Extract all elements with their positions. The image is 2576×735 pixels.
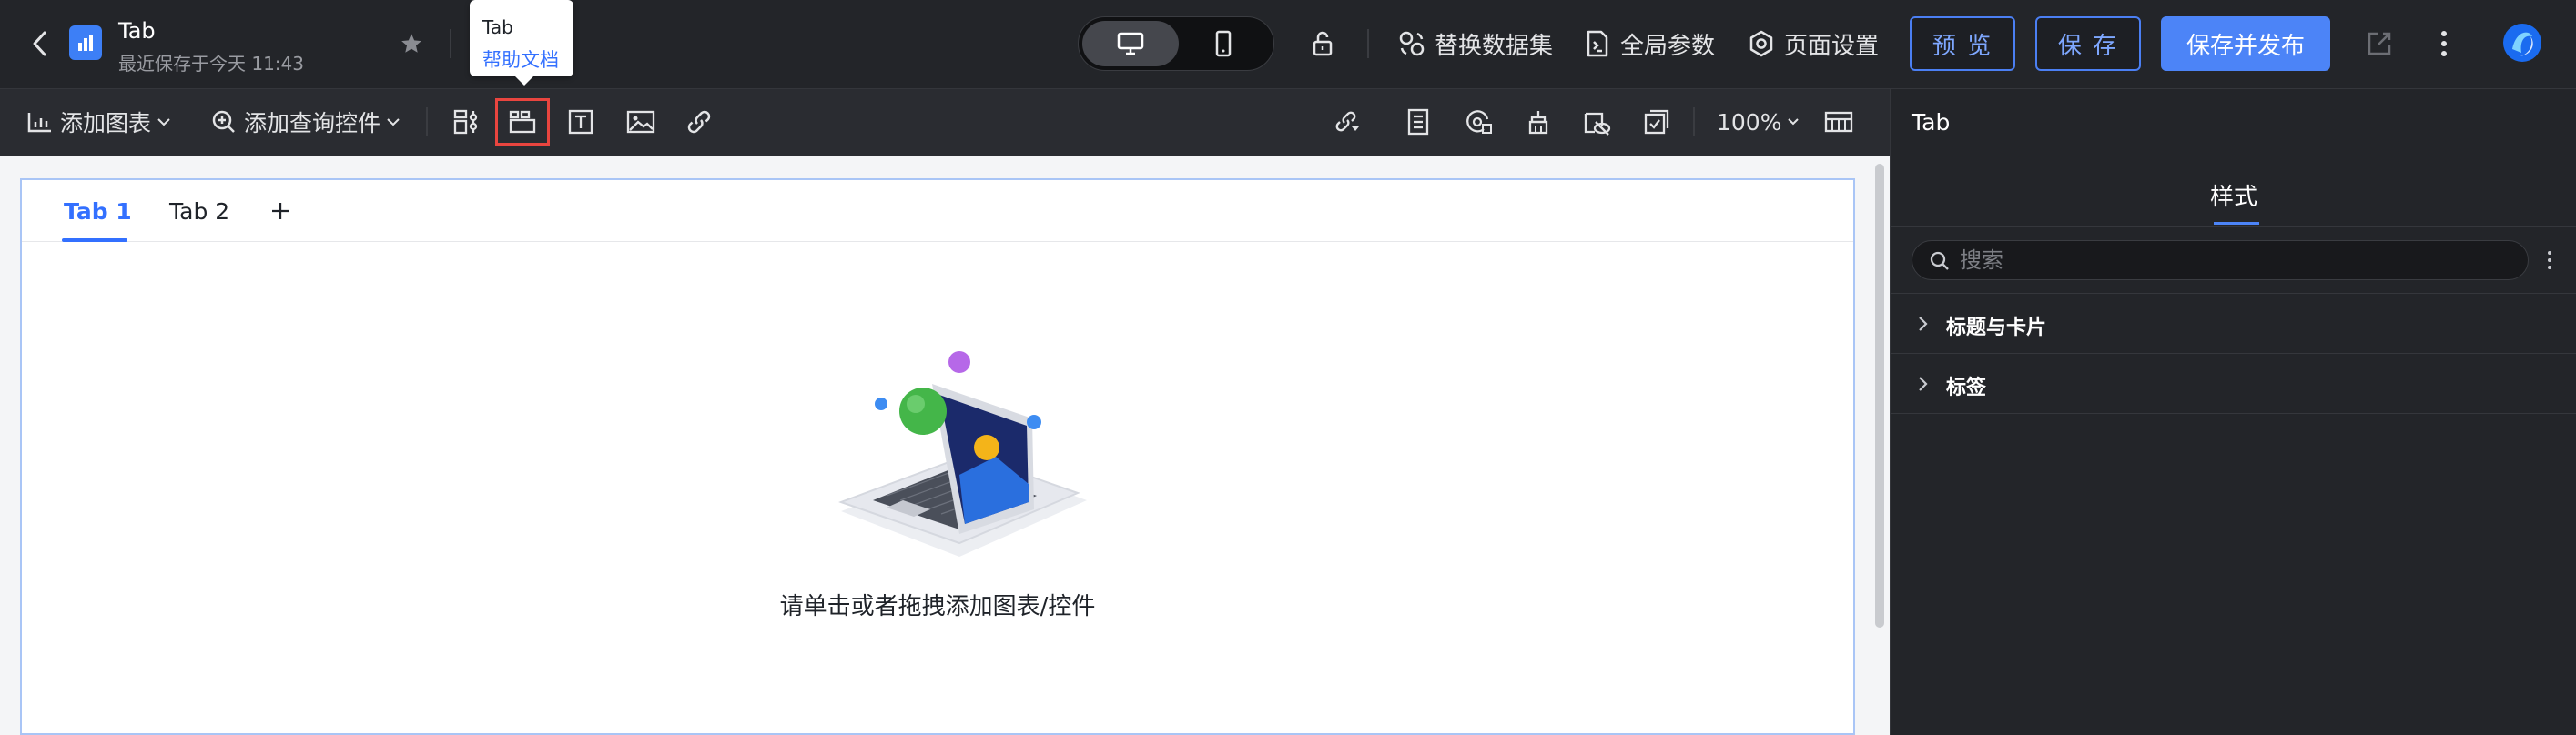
params-document-icon [1582, 28, 1613, 59]
tab-2[interactable]: Tab 2 [169, 198, 229, 225]
text-box-icon[interactable] [561, 102, 601, 142]
device-switch [1078, 16, 1274, 71]
chevron-right-icon [1912, 313, 1933, 335]
link-icon[interactable] [679, 102, 719, 142]
layout-filter-icon[interactable] [446, 102, 486, 142]
at-mention-icon[interactable] [1458, 102, 1498, 142]
empty-state-laptop-illustration [823, 347, 1096, 557]
tab-style[interactable]: 样式 [1891, 178, 2576, 212]
global-params-label: 全局参数 [1620, 32, 1716, 60]
zoom-dropdown[interactable]: 100% [1717, 102, 1800, 142]
settings-hexagon-icon [1746, 28, 1777, 59]
tab-component-icon[interactable] [495, 98, 550, 146]
editor-canvas[interactable]: Tab 1 Tab 2 请单击或者拖拽添加图表/控件 [0, 156, 1890, 735]
divider [1367, 29, 1369, 58]
document-list-icon[interactable] [1398, 102, 1438, 142]
divider [450, 29, 451, 58]
add-query-control-button[interactable]: 添加查询控件 [211, 102, 401, 142]
preview-button[interactable]: 预 览 [1910, 16, 2015, 71]
ruler-grid-icon[interactable] [1819, 102, 1859, 142]
active-tab-indicator [62, 238, 127, 242]
user-avatar-icon[interactable] [2501, 22, 2543, 64]
desktop-icon[interactable] [1082, 21, 1179, 66]
active-tab-indicator [2214, 222, 2259, 225]
properties-panel: Tab 样式 标题与卡片 标签 [1890, 89, 2576, 735]
tab-tooltip: Tab 帮助文档 [470, 0, 573, 86]
more-vertical-icon[interactable] [2430, 25, 2458, 62]
search-input[interactable] [1960, 245, 2506, 276]
image-icon[interactable] [621, 102, 661, 142]
search-box [1912, 240, 2529, 280]
divider [426, 107, 428, 136]
tab-widget[interactable]: Tab 1 Tab 2 请单击或者拖拽添加图表/控件 [20, 178, 1855, 735]
page-settings-button[interactable]: 页面设置 [1746, 25, 1879, 62]
bar-chart-app-icon [69, 25, 102, 60]
editor-toolbar: 添加图表 添加查询控件 100% [0, 89, 1890, 156]
section-title-card[interactable]: 标题与卡片 [1891, 295, 2576, 353]
link-filter-icon[interactable] [1327, 102, 1367, 142]
last-saved-text: 最近保存于今天 11:43 [118, 53, 304, 75]
replace-dataset-button[interactable]: 替换数据集 [1396, 25, 1553, 62]
divider [1693, 107, 1695, 136]
chevron-down-icon [157, 117, 171, 126]
chevron-down-icon [1787, 117, 1800, 126]
more-vertical-icon[interactable] [2536, 240, 2563, 280]
unlock-icon [1307, 28, 1338, 59]
tab-bar: Tab 1 Tab 2 [22, 180, 1853, 242]
section-label-tags[interactable]: 标签 [1891, 355, 2576, 413]
chevron-right-icon [1912, 373, 1933, 395]
empty-state-text: 请单击或者拖拽添加图表/控件 [779, 593, 1096, 620]
replace-dataset-label: 替换数据集 [1435, 32, 1554, 60]
add-query-label: 添加查询控件 [244, 110, 381, 136]
panel-title: Tab [1912, 109, 1951, 136]
section-label: 标签 [1946, 377, 1987, 399]
tab-1[interactable]: Tab 1 [64, 198, 132, 225]
tooltip-title: Tab [482, 16, 513, 38]
share-edit-icon[interactable] [2361, 25, 2398, 62]
section-label: 标题与卡片 [1946, 317, 2047, 339]
search-icon [1929, 250, 1951, 272]
search-plus-icon [211, 109, 237, 135]
divider [1891, 226, 2576, 227]
dashboard-title[interactable]: Tab [118, 18, 156, 44]
add-chart-button[interactable]: 添加图表 [27, 102, 171, 142]
top-header: Tab 最近保存于今天 11:43 替换数据集 全局参数 页面设置 预 览 保 … [0, 0, 2576, 89]
divider [1891, 353, 2576, 354]
save-publish-button[interactable]: 保存并发布 [2161, 16, 2330, 71]
page-settings-label: 页面设置 [1784, 32, 1880, 60]
add-chart-label: 添加图表 [60, 110, 152, 136]
star-icon[interactable] [395, 27, 428, 60]
canvas-scrollbar[interactable] [1875, 164, 1884, 628]
chevron-down-icon [386, 117, 401, 126]
help-doc-link[interactable]: 帮助文档 [482, 45, 559, 73]
zoom-level: 100% [1717, 108, 1782, 136]
divider [1891, 413, 2576, 414]
checklist-icon[interactable] [1637, 102, 1677, 142]
save-button[interactable]: 保 存 [2035, 16, 2141, 71]
divider [1891, 293, 2576, 294]
add-tab-icon[interactable] [264, 193, 297, 229]
broom-clear-icon[interactable] [1518, 102, 1558, 142]
mobile-icon[interactable] [1175, 21, 1272, 66]
dataset-swap-icon [1396, 28, 1427, 59]
bar-chart-icon [27, 111, 53, 133]
global-params-button[interactable]: 全局参数 [1582, 25, 1715, 62]
lock-button[interactable] [1307, 25, 1345, 62]
back-icon[interactable] [24, 25, 56, 62]
hide-view-icon[interactable] [1577, 102, 1617, 142]
